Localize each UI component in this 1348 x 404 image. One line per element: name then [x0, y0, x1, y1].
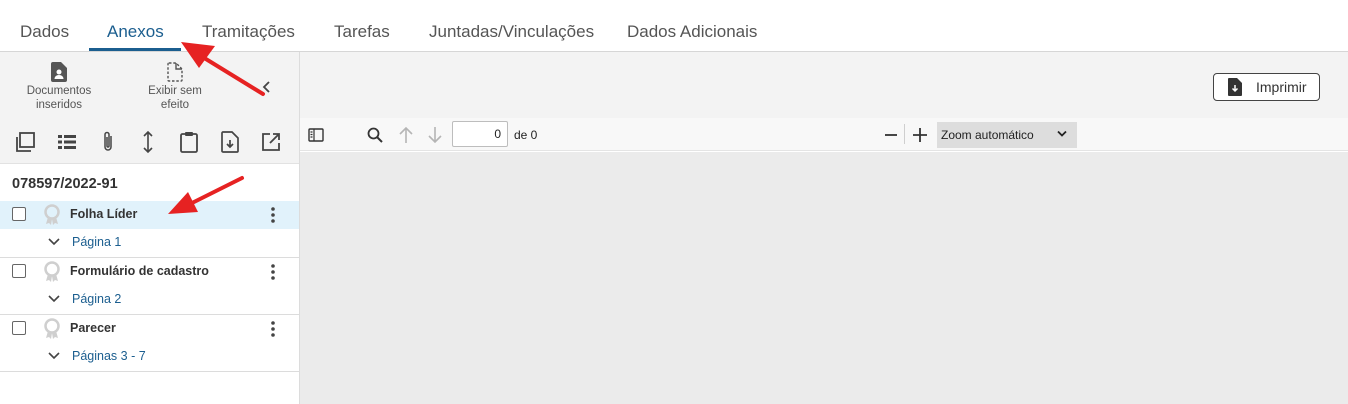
arrow-down-icon [428, 127, 442, 144]
sidebar-toggle-icon [308, 128, 324, 142]
page-count: de 0 [514, 128, 538, 142]
dashed-file-icon [167, 62, 183, 82]
documentos-inseridos-button[interactable]: Documentos inseridos [16, 62, 102, 112]
exibir-sem-efeito-label: Exibir sem efeito [148, 85, 202, 111]
clipboard-button[interactable] [177, 130, 201, 154]
external-link-icon [262, 133, 280, 151]
download-file-button[interactable] [218, 130, 242, 154]
pdf-viewer-toolbar: de 0 Zoom automático [300, 118, 1348, 151]
active-tab-indicator [89, 48, 181, 51]
chevron-left-icon [262, 81, 270, 93]
more-vertical-icon[interactable] [268, 205, 278, 225]
clipboard-icon [180, 132, 198, 153]
list-button[interactable] [55, 130, 79, 154]
tab-tarefas[interactable]: Tarefas [334, 22, 390, 42]
copy-button[interactable] [13, 130, 37, 154]
plus-icon [913, 128, 927, 142]
print-button[interactable]: Imprimir [1213, 73, 1320, 101]
print-button-label: Imprimir [1256, 79, 1307, 95]
file-user-icon [51, 62, 67, 82]
award-icon [44, 204, 60, 225]
award-icon [44, 261, 60, 282]
zoom-separator [904, 124, 905, 144]
zoom-out-button[interactable] [880, 124, 902, 146]
zoom-in-button[interactable] [909, 124, 931, 146]
document-actions-row [0, 118, 299, 164]
process-number: 078597/2022-91 [12, 176, 118, 192]
collapse-panel-button[interactable] [258, 78, 276, 96]
search-icon [367, 127, 383, 143]
find-button[interactable] [364, 124, 386, 146]
chevron-down-icon[interactable] [48, 294, 60, 304]
zoom-select[interactable]: Zoom automático [937, 122, 1077, 148]
document-pages-link[interactable]: Página 1 [72, 235, 121, 249]
open-external-button[interactable] [259, 130, 283, 154]
more-vertical-icon[interactable] [268, 262, 278, 282]
viewer-header: Imprimir [300, 52, 1348, 118]
list-icon [58, 135, 76, 149]
documentos-inseridos-label: Documentos inseridos [26, 85, 92, 111]
pdf-viewer-canvas [300, 152, 1348, 404]
document-title: Formulário de cadastro [70, 264, 209, 278]
document-item: Parecer Páginas 3 - 7 [0, 315, 299, 372]
tab-dados-adicionais[interactable]: Dados Adicionais [627, 22, 757, 42]
file-download-icon [1228, 78, 1242, 96]
chevron-down-icon[interactable] [48, 351, 60, 361]
exibir-sem-efeito-button[interactable]: Exibir sem efeito [136, 62, 214, 112]
page-number-input[interactable] [452, 121, 508, 147]
document-row[interactable]: Formulário de cadastro [0, 258, 299, 286]
tab-tramitacoes[interactable]: Tramitações [202, 22, 295, 42]
document-checkbox[interactable] [12, 321, 26, 335]
paperclip-icon [104, 131, 112, 151]
documents-panel: Documentos inseridos Exibir sem efeito 0… [0, 52, 300, 404]
document-pages-link[interactable]: Página 2 [72, 292, 121, 306]
tab-dados[interactable]: Dados [20, 22, 69, 42]
tab-bar: Dados Anexos Tramitações Tarefas Juntada… [0, 0, 1348, 52]
document-checkbox[interactable] [12, 264, 26, 278]
award-icon [44, 318, 60, 339]
documents-toolbar: Documentos inseridos Exibir sem efeito [0, 52, 299, 118]
arrow-up-icon [399, 126, 413, 143]
minus-icon [885, 134, 897, 136]
vertical-arrows-icon [143, 130, 153, 154]
document-pages-link[interactable]: Páginas 3 - 7 [72, 349, 146, 363]
file-download-icon [221, 131, 239, 153]
copy-icon [16, 132, 35, 152]
document-row[interactable]: Folha Líder [0, 201, 299, 229]
reorder-button[interactable] [136, 130, 160, 154]
more-vertical-icon[interactable] [268, 319, 278, 339]
next-page-button[interactable] [424, 124, 446, 146]
tab-juntadas-vinculacoes[interactable]: Juntadas/Vinculações [429, 22, 594, 42]
tab-anexos[interactable]: Anexos [107, 22, 164, 42]
attach-button[interactable] [96, 130, 120, 154]
document-title: Parecer [70, 321, 116, 335]
document-checkbox[interactable] [12, 207, 26, 221]
document-item: Formulário de cadastro Página 2 [0, 258, 299, 315]
zoom-select-value: Zoom automático [941, 128, 1034, 142]
chevron-down-icon[interactable] [48, 237, 60, 247]
chevron-down-icon [1057, 130, 1067, 137]
document-item: Folha Líder Página 1 [0, 201, 299, 258]
document-row[interactable]: Parecer [0, 315, 299, 343]
previous-page-button[interactable] [395, 124, 417, 146]
toggle-sidebar-button[interactable] [305, 124, 327, 146]
document-title: Folha Líder [70, 207, 138, 221]
